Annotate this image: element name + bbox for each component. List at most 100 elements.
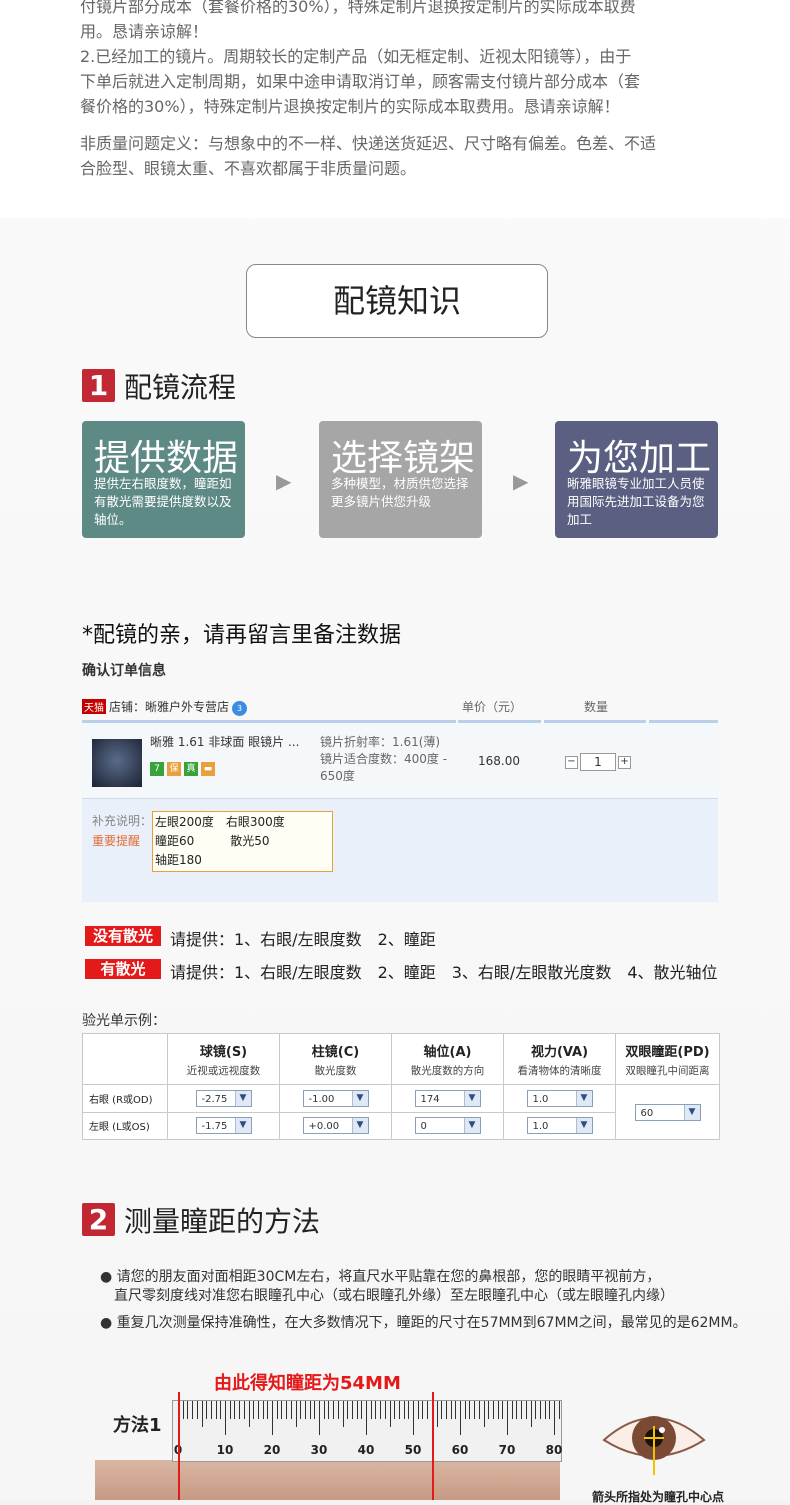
sphere-select[interactable]: -1.75 ▼ [195,1117,252,1135]
ruler-tick [375,1401,377,1419]
header-sub: 散光度数的方向 [410,1064,485,1077]
ruler-tick [215,1401,217,1419]
ruler-tick [192,1401,194,1419]
policy-line: 餐价格的30%），特殊定制片退换按定制片的实际成本取费用。恳请亲谅解！ [80,97,620,116]
product-name[interactable]: 晰雅 1.61 非球面 眼镜片 ... [150,733,299,750]
ruler-tick [408,1401,410,1419]
step-description: 提供左右眼度数，瞳距如有散光需要提供度数以及轴位。 [94,476,232,527]
ruler-tick [262,1401,264,1419]
ruler-label: 70 [498,1443,516,1457]
ruler-tick [333,1401,335,1419]
ruler-tick [187,1401,189,1419]
axis-select[interactable]: 174 ▼ [414,1089,481,1107]
shop-badge-icon: 3 [232,701,248,716]
product-thumbnail[interactable] [92,739,142,787]
cylinder-select[interactable]: -1.00 ▼ [302,1089,369,1107]
cell-sphere: -1.75 ▼ [167,1111,280,1140]
ruler-tick [464,1401,466,1419]
eye-diagram [602,1416,706,1475]
chevron-down-icon: ▼ [351,1090,368,1106]
non-quality-definition: 非质量问题定义：与想象中的不一样、快递送货延迟、尺寸略有偏差。色差、不适 合脸型… [80,131,720,181]
section-heading: 测量瞳距的方法 [124,1205,321,1238]
ruler-tick [521,1401,523,1419]
tmall-icon: 天猫 [82,699,106,714]
quantity-input[interactable]: 1 [580,753,616,771]
header-sub: 散光度数 [314,1064,357,1077]
important-reminder: 重要提醒 [92,834,141,848]
pupil-line-left [431,1392,434,1500]
policy-line: 2.已经加工的镜片。周期较长的定制产品（如无框定制、近视太阳镜等），由于 [80,47,632,66]
axis-select[interactable]: 0 ▼ [414,1117,481,1135]
ruler-tick [455,1401,457,1419]
no-astigmatism-tag: 没有散光 [85,926,161,946]
shop-name[interactable]: 店铺：晰雅户外专营店 [109,700,229,714]
ruler-tick [417,1401,419,1419]
header-blank [82,1033,168,1085]
supplement-panel: 补充说明： 重要提醒 左眼200度 右眼300度 瞳距60 散光50 轴距180 [82,799,718,902]
column-quantity: 数量 [584,700,609,714]
refraction-index: 镜片折射率：1.61(薄) [320,735,441,749]
ruler-tick [295,1401,297,1427]
supplement-title: 补充说明： [92,814,153,828]
ruler-tick [356,1401,358,1419]
astigmatism-tag: 有散光 [85,959,161,979]
sphere-select[interactable]: -2.75 ▼ [195,1089,252,1107]
ruler-tick [234,1401,236,1419]
header-cylinder: 柱镜(C) 散光度数 [279,1033,392,1085]
ruler-tick [389,1401,391,1427]
step-provide-data: 提供数据 提供左右眼度数，瞳距如有散光需要提供度数以及轴位。 [82,421,245,538]
no-astigmatism-text: 请提供：1、右眼/左眼度数 2、瞳距 [170,930,436,949]
section-title: 配镜知识 [246,264,548,338]
section-heading: 配镜流程 [124,371,237,404]
shop-info: 天猫 店铺：晰雅户外专营店 3 [82,698,248,716]
ruler-tick [544,1401,546,1419]
chevron-down-icon: ▼ [234,1118,251,1134]
cell-pd: 60 ▼ [615,1084,720,1140]
cell-vision: 1.0 ▼ [503,1111,616,1140]
ruler-tick [290,1401,292,1419]
header-sphere: 球镜(S) 近视或远视度数 [167,1033,280,1085]
table-row: 右眼 (R或OD) -2.75 ▼ -1.00 ▼ 174 ▼ 1.0 ▼ 60 ▼ [82,1084,720,1140]
supplement-label: 补充说明： 重要提醒 [92,811,152,851]
policy-line: 合脸型、眼镜太重、不喜欢都属于非质量问题。 [80,159,417,178]
supplement-textarea[interactable]: 左眼200度 右眼300度 瞳距60 散光50 轴距180 [152,811,333,872]
decrease-button[interactable]: − [565,755,578,769]
step-description: 晰雅眼镜专业加工人员使用国际先进加工设备为您加工 [567,476,705,527]
ruler-tick [239,1401,241,1419]
chevron-down-icon: ▼ [351,1118,368,1134]
ruler-tick [403,1401,405,1419]
vision-select[interactable]: 1.0 ▼ [526,1117,593,1135]
header-sub: 双眼瞳孔中间距离 [625,1064,710,1077]
ruler-tick [384,1401,386,1419]
ruler-tick [422,1401,424,1419]
ruler-tick [351,1401,353,1419]
ruler-tick [502,1401,504,1419]
authentic-icon: 真 [184,762,198,776]
arrow-right-icon: ▶ [276,469,292,493]
ruler-label: 10 [216,1443,234,1457]
header-sub: 看清物体的清晰度 [517,1064,602,1077]
increase-button[interactable]: + [618,755,631,769]
ruler-label: 20 [263,1443,281,1457]
column-price: 单价（元） [462,700,523,714]
ruler-tick [276,1401,278,1419]
vision-select[interactable]: 1.0 ▼ [526,1089,593,1107]
cylinder-select[interactable]: +0.00 ▼ [302,1117,369,1135]
ruler-tick [253,1401,255,1419]
ruler-tick [525,1401,527,1419]
cell-cylinder: -1.00 ▼ [279,1084,392,1113]
unit-price: 168.00 [478,754,520,768]
chevron-down-icon: ▼ [463,1090,480,1106]
ruler-tick [347,1401,349,1419]
ruler-tick [450,1401,452,1419]
pupil-center-caption: 箭头所指处为瞳孔中心点 [592,1490,725,1504]
astigmatism-text: 请提供：1、右眼/左眼度数 2、瞳距 3、右眼/左眼散光度数 4、散光轴位 [170,963,718,982]
guarantee-icon: 保 [167,762,181,776]
supplement-line: 瞳距60 散光50 [155,834,270,848]
policy-paragraph: 付镜片部分成本（套餐价格的30%），特殊定制片退换按定制片的实际成本取费 用。恳… [80,0,720,119]
pd-select[interactable]: 60 ▼ [634,1103,701,1121]
list-item: ● 重复几次测量保持准确性，在大多数情况下，瞳距的尺寸在57MM到67MM之间，… [100,1314,747,1333]
ruler-tick [314,1401,316,1419]
ruler-tick [516,1401,518,1419]
policy-line: 付镜片部分成本（套餐价格的30%），特殊定制片退换按定制片的实际成本取费 [80,0,636,16]
